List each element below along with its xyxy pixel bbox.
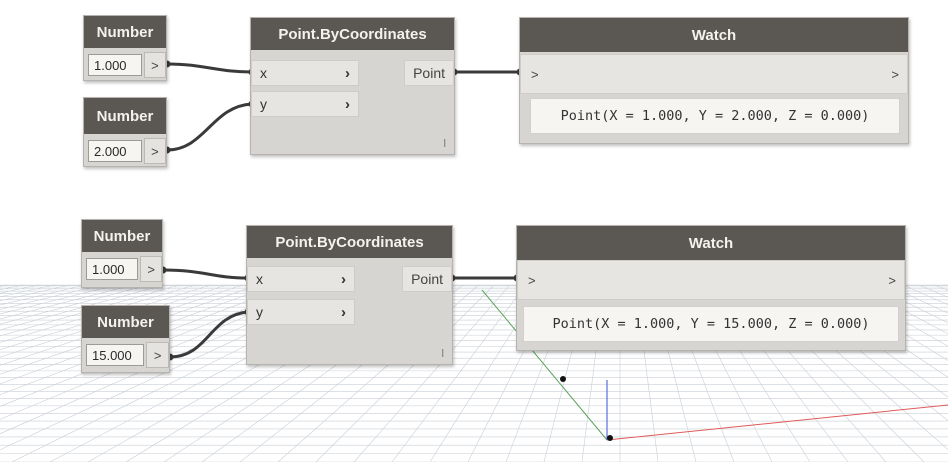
number-input[interactable]: 1.000 [88,54,142,76]
input-port-x[interactable]: x › [251,60,359,86]
watch-value-display: Point(X = 1.000, Y = 2.000, Z = 0.000) [530,98,900,134]
output-port-point[interactable]: Point [402,266,452,292]
port-label: y [260,96,267,112]
chevron-right-icon: › [345,64,350,82]
wire-b-numy-to-y[interactable] [169,310,249,359]
input-port-x[interactable]: x › [247,266,355,292]
port-label: x [260,65,267,81]
output-port[interactable]: > [140,256,162,282]
chevron-right-icon: › [341,303,346,321]
watch-node-a[interactable]: Watch > > Point(X = 1.000, Y = 2.000, Z … [519,17,909,144]
wire-b-numx-to-x[interactable] [162,268,249,280]
output-port[interactable]: > [888,273,896,288]
number-node-b-y[interactable]: Number 15.000 > [81,305,170,373]
node-title: Watch [517,226,905,260]
number-node-a-x[interactable]: Number 1.000 > [83,15,167,81]
number-input[interactable]: 2.000 [88,140,142,162]
chevron-right-icon: › [345,95,350,113]
geometry-point-preview[interactable] [560,376,566,382]
point-by-coordinates-node-a[interactable]: Point.ByCoordinates x › y › Point l [250,17,455,155]
input-port-y[interactable]: y › [247,299,355,325]
lacing-indicator[interactable]: l [442,348,444,360]
output-port[interactable]: > [891,67,899,82]
number-input[interactable]: 1.000 [86,258,139,280]
wire-a-numy-to-y[interactable] [166,102,253,152]
input-port-y[interactable]: y › [251,91,359,117]
port-label: y [256,304,263,320]
number-input[interactable]: 15.000 [86,344,145,366]
output-port[interactable]: > [146,342,169,368]
number-node-a-y[interactable]: Number 2.000 > [83,97,167,167]
node-title: Number [84,98,166,134]
geometry-point-preview[interactable] [607,435,613,441]
node-title: Point.ByCoordinates [247,226,452,258]
chevron-right-icon: › [341,270,346,288]
watch-node-b[interactable]: Watch > > Point(X = 1.000, Y = 15.000, Z… [516,225,906,351]
wire-a-numx-to-x[interactable] [166,62,253,74]
number-node-b-x[interactable]: Number 1.000 > [81,219,163,288]
output-port-point[interactable]: Point [404,60,454,86]
node-title: Point.ByCoordinates [251,18,454,50]
node-title: Number [82,306,169,338]
point-by-coordinates-node-b[interactable]: Point.ByCoordinates x › y › Point l [246,225,453,365]
output-port[interactable]: > [143,52,166,78]
input-port[interactable]: > [531,67,539,82]
watch-value-display: Point(X = 1.000, Y = 15.000, Z = 0.000) [523,306,899,342]
graph-canvas[interactable]: Number 1.000 > Number 2.000 > Point.ByCo… [0,0,948,462]
port-label: x [256,271,263,287]
input-port[interactable]: > [528,273,536,288]
output-port[interactable]: > [143,138,166,164]
node-title: Number [84,16,166,48]
lacing-indicator[interactable]: l [444,138,446,150]
node-title: Number [82,220,162,252]
node-title: Watch [520,18,908,52]
